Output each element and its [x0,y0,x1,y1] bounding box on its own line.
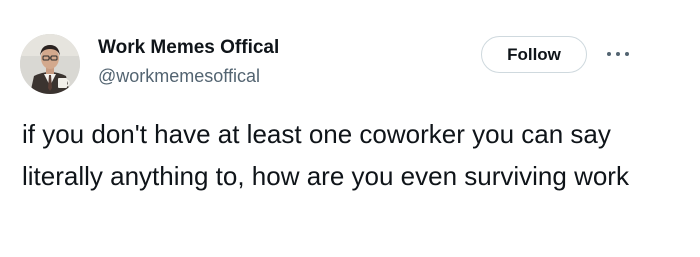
tweet-text: if you don't have at least one coworker … [22,119,629,191]
dot [625,52,629,56]
person-photo-icon [20,34,80,94]
avatar[interactable] [20,34,80,94]
tweet-card: Work Memes Offical @workmemesoffical Fol… [0,0,700,257]
follow-button[interactable]: Follow [481,36,587,73]
dot [607,52,611,56]
user-handle[interactable]: @workmemesoffical [98,66,260,87]
dot [616,52,620,56]
display-name[interactable]: Work Memes Offical [98,37,279,59]
more-options-icon[interactable] [607,44,629,64]
